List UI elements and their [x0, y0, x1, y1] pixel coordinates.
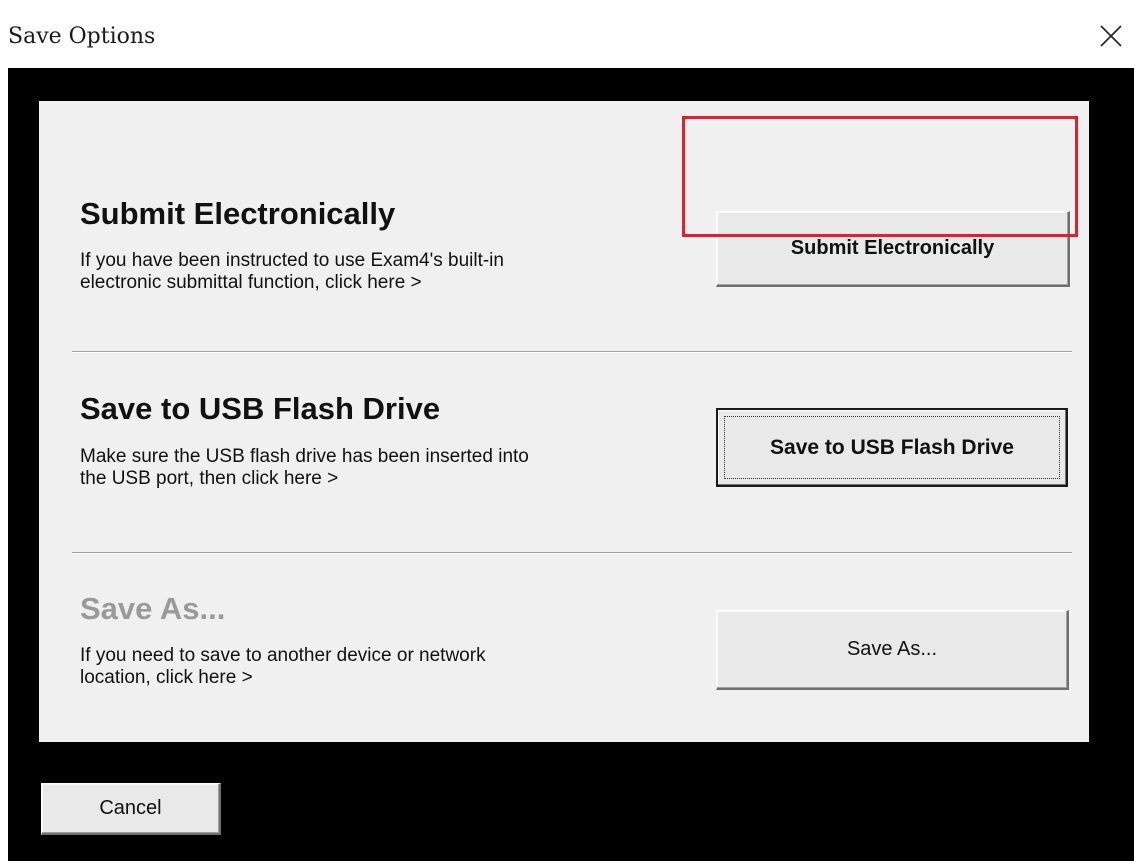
title-bar: Save Options [0, 0, 1134, 68]
description-line: electronic submittal function, click her… [80, 272, 422, 293]
cancel-button-label: Cancel [99, 797, 162, 819]
save-as-button[interactable]: Save As... [716, 610, 1069, 690]
save-as-button-label: Save As... [846, 638, 938, 660]
save-to-usb-button[interactable]: Save to USB Flash Drive [716, 408, 1068, 487]
submit-electronically-button[interactable]: Submit Electronically [716, 211, 1070, 287]
section-divider [72, 351, 1072, 353]
window-title: Save Options [8, 24, 156, 49]
save-to-usb-button-label: Save to USB Flash Drive [770, 435, 1014, 459]
description-line: location, click here > [80, 667, 253, 688]
submit-electronically-description: If you have been instructed to use Exam4… [80, 250, 680, 294]
cancel-button[interactable]: Cancel [41, 783, 221, 835]
save-options-dialog: Submit Electronically If you have been i… [8, 68, 1134, 861]
description-line: the USB port, then click here > [80, 468, 339, 489]
close-button[interactable] [1088, 14, 1134, 60]
submit-electronically-heading: Submit Electronically [80, 196, 396, 231]
description-line: Make sure the USB flash drive has been i… [80, 446, 529, 467]
description-line: If you need to save to another device or… [80, 645, 486, 666]
section-divider [72, 552, 1072, 554]
description-line: If you have been instructed to use Exam4… [80, 250, 504, 271]
close-icon [1100, 25, 1122, 47]
save-as-description: If you need to save to another device or… [80, 645, 680, 689]
save-to-usb-heading: Save to USB Flash Drive [80, 391, 441, 426]
save-as-heading: Save As... [80, 591, 226, 626]
submit-electronically-button-label: Submit Electronically [790, 237, 995, 259]
options-panel: Submit Electronically If you have been i… [39, 101, 1089, 742]
save-to-usb-description: Make sure the USB flash drive has been i… [80, 446, 680, 490]
